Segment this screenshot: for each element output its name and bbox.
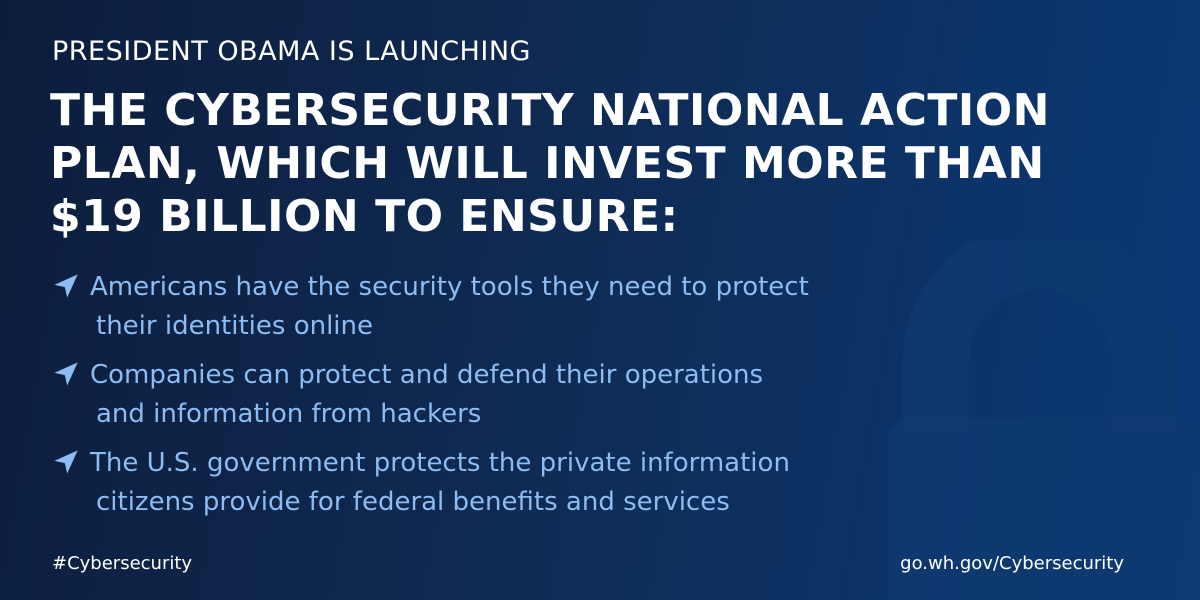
bullet-line: The U.S. government protects the private… <box>90 448 790 478</box>
headline-line: PLAN, WHICH WILL INVEST MORE THAN <box>50 138 1045 189</box>
bullet-list: Americans have the security tools they n… <box>52 268 892 532</box>
bullet-text: Americans have the security tools they n… <box>90 268 809 346</box>
bullet-line: their identities online <box>96 311 373 341</box>
eyebrow-text: PRESIDENT OBAMA IS LAUNCHING <box>52 36 531 67</box>
padlock-icon <box>888 240 1200 600</box>
bullet-line: Americans have the security tools they n… <box>90 272 809 302</box>
bullet-item: Americans have the security tools they n… <box>52 268 892 346</box>
headline-line: THE CYBERSECURITY NATIONAL ACTION <box>50 85 1050 136</box>
bullet-item: The U.S. government protects the private… <box>52 444 892 522</box>
navigation-arrow-icon <box>54 450 78 474</box>
footer-url[interactable]: go.wh.gov/Cybersecurity <box>900 553 1124 574</box>
headline-line: $19 BILLION TO ENSURE: <box>50 191 679 242</box>
bullet-line: and information from hackers <box>96 399 482 429</box>
bullet-line: Companies can protect and defend their o… <box>90 360 764 390</box>
bullet-line: citizens provide for federal benefits an… <box>96 487 730 517</box>
navigation-arrow-icon <box>54 362 78 386</box>
bullet-item: Companies can protect and defend their o… <box>52 356 892 434</box>
headline: THE CYBERSECURITY NATIONAL ACTION PLAN, … <box>50 84 1160 243</box>
hashtag: #Cybersecurity <box>52 553 193 574</box>
bullet-text: Companies can protect and defend their o… <box>90 356 763 434</box>
navigation-arrow-icon <box>54 274 78 298</box>
bullet-text: The U.S. government protects the private… <box>90 444 790 522</box>
